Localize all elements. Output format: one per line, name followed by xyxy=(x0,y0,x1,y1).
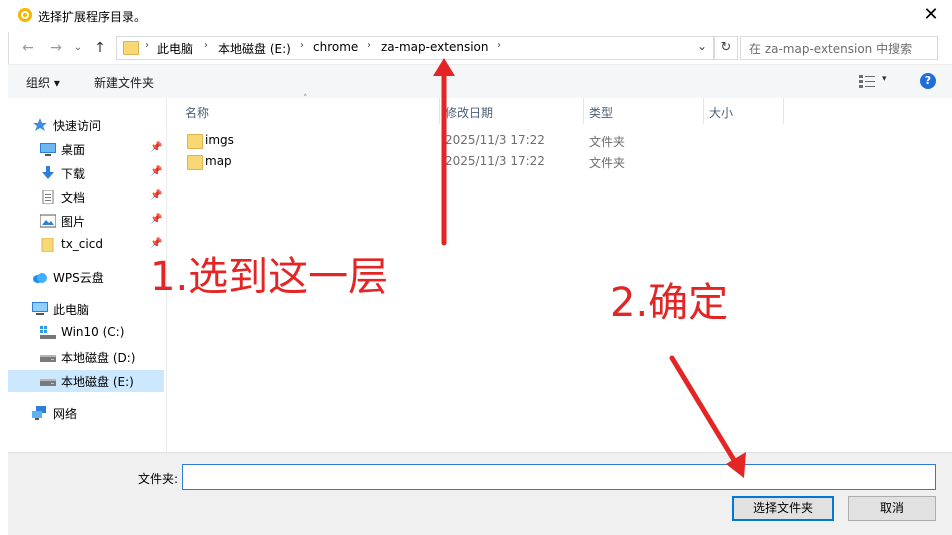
file-row-map[interactable]: map 2025/11/3 17:22 文件夹 xyxy=(181,152,781,172)
computer-icon xyxy=(32,302,48,315)
title-bar: 选择扩展程序目录。 ✕ xyxy=(8,0,952,32)
cancel-button[interactable]: 取消 xyxy=(848,496,936,521)
pin-icon: 📌 xyxy=(150,142,163,153)
breadcrumb-this-pc[interactable]: 此电脑 xyxy=(157,40,193,57)
cloud-icon xyxy=(33,273,47,283)
sidebar-item-desktop[interactable]: 桌面 📌 xyxy=(8,138,164,160)
sidebar-item-label: 本地磁盘 (D:) xyxy=(61,351,136,365)
new-folder-button[interactable]: 新建文件夹 xyxy=(94,74,154,91)
address-bar[interactable]: › 此电脑 › 本地磁盘 (E:) › chrome › za-map-exte… xyxy=(116,36,714,60)
sidebar-item-documents[interactable]: 文档 📌 xyxy=(8,186,164,208)
annotation-step-2: 2.确定 xyxy=(610,280,729,326)
sidebar-item-label: Win10 (C:) xyxy=(61,325,125,339)
sidebar-item-pictures[interactable]: 图片 📌 xyxy=(8,210,164,232)
breadcrumb-separator: › xyxy=(497,40,501,51)
command-toolbar: 组织 ▾ 新建文件夹 ▾ ? xyxy=(8,64,952,100)
sidebar-item-drive-e[interactable]: 本地磁盘 (E:) xyxy=(8,370,164,392)
file-modified: 2025/11/3 17:22 xyxy=(445,154,545,168)
windows-drive-icon xyxy=(40,326,56,339)
file-row-imgs[interactable]: imgs 2025/11/3 17:22 文件夹 xyxy=(181,131,781,151)
folder-icon xyxy=(123,41,139,55)
select-folder-button[interactable]: 选择文件夹 xyxy=(732,496,834,521)
column-divider[interactable] xyxy=(783,98,784,124)
pictures-icon xyxy=(40,214,56,228)
column-header-type[interactable]: 类型 xyxy=(589,104,613,121)
sort-ascending-icon: ˄ xyxy=(303,94,308,104)
sidebar-item-wps-cloud[interactable]: WPS云盘 xyxy=(8,266,164,288)
pin-icon: 📌 xyxy=(150,190,163,201)
folder-field-label: 文件夹: xyxy=(138,472,179,486)
window-title: 选择扩展程序目录。 xyxy=(38,10,147,24)
sidebar-item-label: 下载 xyxy=(61,167,86,181)
file-dialog-window: 选择扩展程序目录。 ✕ ← → ⌄ ↑ › 此电脑 › 本地磁盘 (E:) › … xyxy=(0,0,952,535)
annotation-step-1: 1.选到这一层 xyxy=(150,254,389,300)
sidebar-item-label: 文档 xyxy=(61,191,86,205)
pin-icon: 📌 xyxy=(150,214,163,225)
navigation-pane: 快速访问 桌面 📌 下载 📌 文档 📌 图片 📌 tx_cicd 📌 WPS云盘… xyxy=(8,98,167,452)
search-input[interactable]: 在 za-map-extension 中搜索 xyxy=(740,36,938,60)
sidebar-item-label: tx_cicd xyxy=(61,237,103,251)
folder-icon xyxy=(41,238,54,252)
view-dropdown-icon[interactable]: ▾ xyxy=(882,74,887,84)
sidebar-item-this-pc[interactable]: 此电脑 xyxy=(8,298,164,320)
address-history-dropdown-icon[interactable]: ⌄ xyxy=(697,39,707,53)
column-divider[interactable] xyxy=(583,98,584,124)
sidebar-item-network[interactable]: 网络 xyxy=(8,402,164,424)
sidebar-item-drive-c[interactable]: Win10 (C:) xyxy=(8,322,164,344)
refresh-icon[interactable]: ↻ xyxy=(714,36,738,60)
search-placeholder: 在 za-map-extension 中搜索 xyxy=(749,42,913,56)
view-options-icon[interactable] xyxy=(859,74,875,88)
column-header-size[interactable]: 大小 xyxy=(709,104,733,121)
sidebar-item-tx-cicd[interactable]: tx_cicd 📌 xyxy=(8,234,164,256)
help-icon[interactable]: ? xyxy=(920,73,936,89)
file-type: 文件夹 xyxy=(589,135,626,149)
file-name: imgs xyxy=(205,133,234,147)
breadcrumb-separator: › xyxy=(300,40,304,51)
folder-icon xyxy=(187,134,203,149)
file-modified: 2025/11/3 17:22 xyxy=(445,133,545,147)
sidebar-item-label: 本地磁盘 (E:) xyxy=(61,375,134,389)
up-arrow-icon[interactable]: ↑ xyxy=(90,38,110,58)
sidebar-item-label: 快速访问 xyxy=(53,119,102,133)
drive-icon xyxy=(40,379,56,386)
desktop-icon xyxy=(40,143,56,156)
app-icon xyxy=(18,8,32,22)
drive-icon xyxy=(40,355,56,362)
column-divider[interactable] xyxy=(439,98,440,124)
column-header-modified[interactable]: 修改日期 xyxy=(445,104,493,121)
folder-name-input[interactable] xyxy=(182,464,936,490)
sidebar-item-downloads[interactable]: 下载 📌 xyxy=(8,162,164,184)
pin-icon: 📌 xyxy=(150,166,163,177)
sidebar-item-label: 图片 xyxy=(61,215,86,229)
column-header-name[interactable]: 名称 xyxy=(185,104,209,121)
column-divider[interactable] xyxy=(703,98,704,124)
breadcrumb-drive-e[interactable]: 本地磁盘 (E:) xyxy=(218,40,291,57)
folder-icon xyxy=(187,155,203,170)
file-name: map xyxy=(205,154,232,168)
network-icon xyxy=(32,406,46,420)
breadcrumb-chrome[interactable]: chrome xyxy=(313,40,358,54)
breadcrumb-separator: › xyxy=(204,40,208,51)
breadcrumb-separator: › xyxy=(367,40,371,51)
navigation-bar: ← → ⌄ ↑ › 此电脑 › 本地磁盘 (E:) › chrome › za-… xyxy=(8,32,952,64)
dialog-footer: 文件夹: 选择文件夹 取消 xyxy=(8,452,952,535)
back-arrow-icon[interactable]: ← xyxy=(18,38,38,58)
file-type: 文件夹 xyxy=(589,156,626,170)
sidebar-item-label: 桌面 xyxy=(61,143,86,157)
breadcrumb-za-map-extension[interactable]: za-map-extension xyxy=(381,40,488,54)
sidebar-item-label: 网络 xyxy=(53,407,78,421)
recent-locations-dropdown-icon[interactable]: ⌄ xyxy=(68,38,88,58)
sidebar-item-label: WPS云盘 xyxy=(53,271,104,285)
star-icon xyxy=(33,118,47,131)
breadcrumb-separator: › xyxy=(145,40,149,51)
organize-button[interactable]: 组织 ▾ xyxy=(26,74,60,91)
sidebar-item-drive-d[interactable]: 本地磁盘 (D:) xyxy=(8,346,164,368)
forward-arrow-icon[interactable]: → xyxy=(46,38,66,58)
sidebar-item-quick-access[interactable]: 快速访问 xyxy=(8,114,164,136)
document-icon xyxy=(42,190,54,204)
download-icon xyxy=(42,166,54,179)
sidebar-item-label: 此电脑 xyxy=(53,303,90,317)
close-button[interactable]: ✕ xyxy=(920,4,942,26)
